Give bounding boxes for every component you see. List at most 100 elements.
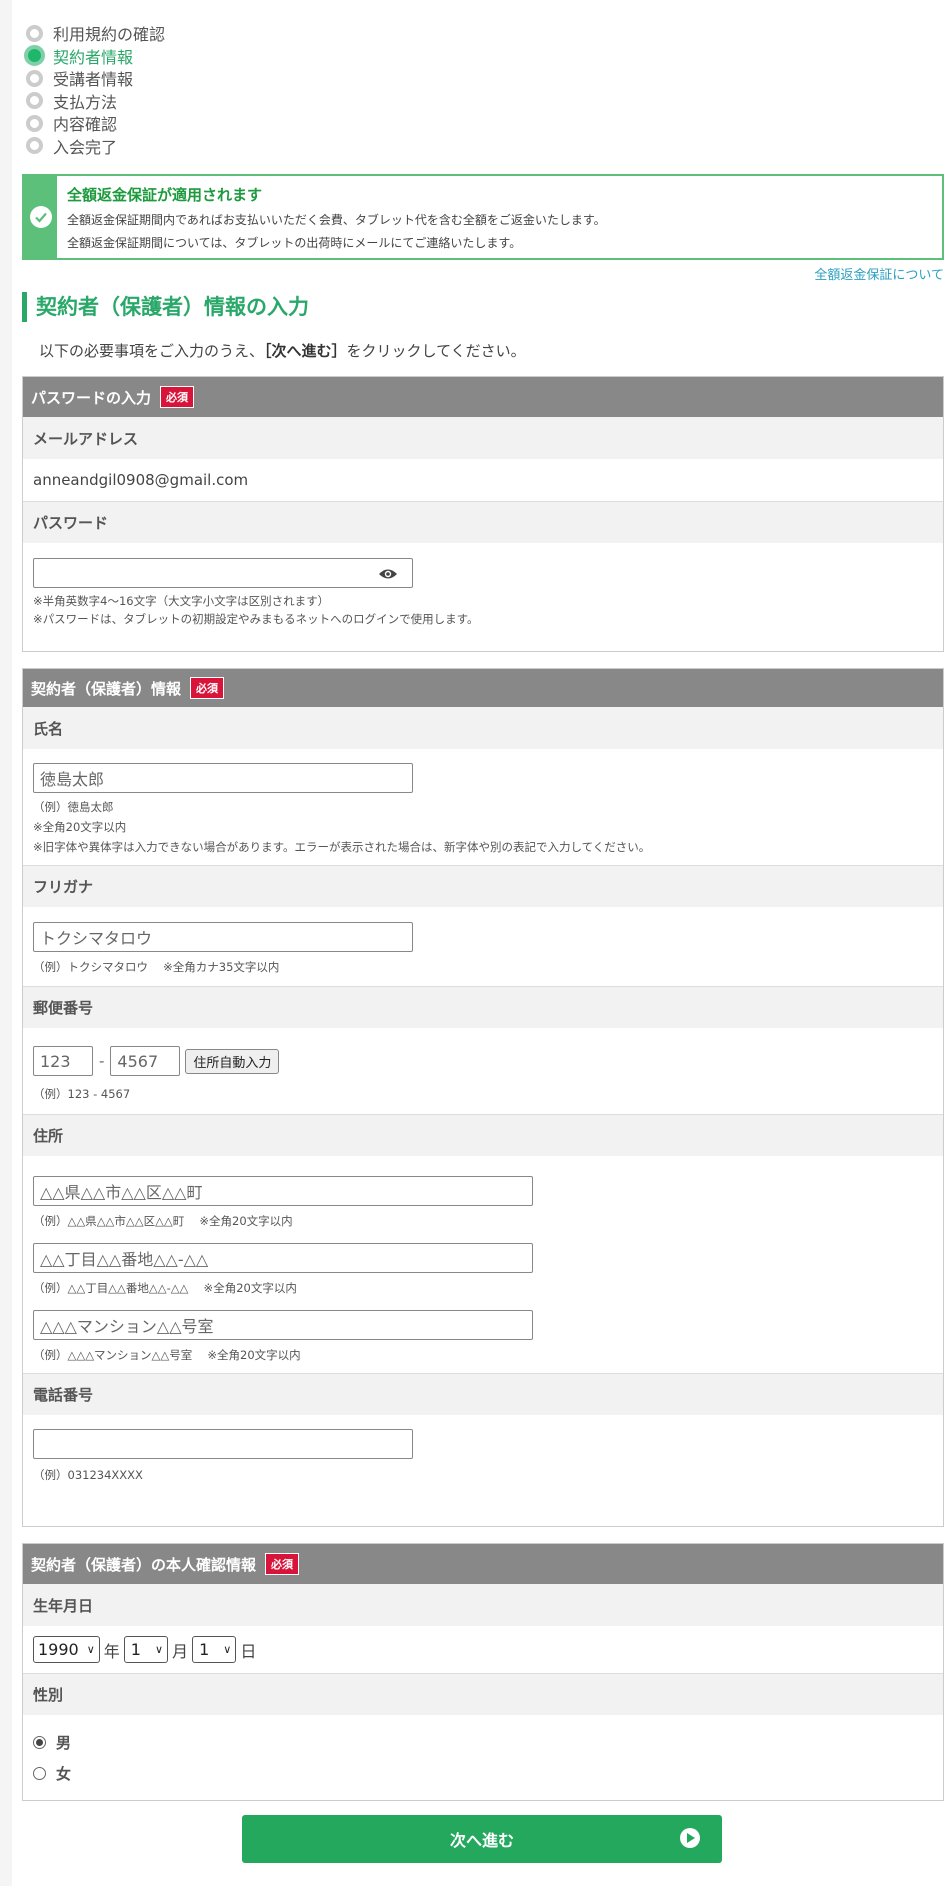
- password-note-1: ※半角英数字4～16文字（大文字小文字は区別されます）: [33, 594, 330, 608]
- name-note-1: （例）徳島太郎: [33, 800, 114, 814]
- check-icon: [29, 206, 52, 228]
- zip-dash: -: [99, 1052, 105, 1070]
- gender-female-label: 女: [56, 1765, 72, 1783]
- section-header: 契約者（保護者）の本人確認情報 必須: [23, 1544, 943, 1584]
- chevron-down-icon: ∨: [86, 1643, 95, 1656]
- address-autofill-button[interactable]: 住所自動入力: [185, 1048, 280, 1074]
- address-line-3-note: （例）△△△マンション△△号室 ※全角20文字以内: [33, 1348, 301, 1362]
- step-terms: 利用規約の確認: [26, 22, 165, 45]
- gender-female-option[interactable]: 女: [33, 1758, 933, 1789]
- birthdate-label: 生年月日: [23, 1584, 943, 1626]
- guarantee-line-1: 全額返金保証期間内であればお支払いいただく会費、タブレット代を含む全額をご返金い…: [67, 213, 606, 227]
- email-value: anneandgil0908@gmail.com: [33, 471, 249, 489]
- address-label: 住所: [23, 1114, 943, 1156]
- name-body: 徳島太郎 （例）徳島太郎 ※全角20文字以内 ※旧字体や異体字は入力できない場合…: [23, 749, 943, 865]
- contractor-section: 契約者（保護者）情報 必須 氏名 徳島太郎 （例）徳島太郎 ※全角20文字以内 ※…: [22, 668, 944, 1527]
- section-header: パスワードの入力 必須: [23, 377, 943, 417]
- section-title: パスワードの入力: [31, 388, 152, 407]
- step-contractor: 契約者情報: [24, 45, 165, 68]
- zip-note: （例）123 - 4567: [33, 1087, 131, 1101]
- required-badge: 必須: [265, 1553, 300, 1575]
- intro-after: をクリックしてください。: [346, 342, 526, 360]
- zip-first-input[interactable]: 123: [33, 1046, 93, 1076]
- step-dot-icon: [26, 24, 43, 42]
- step-student: 受講者情報: [26, 67, 165, 90]
- gender-male-option[interactable]: 男: [33, 1727, 933, 1758]
- gender-label: 性別: [23, 1673, 943, 1715]
- password-body: ※半角英数字4～16文字（大文字小文字は区別されます） ※パスワードは、タブレッ…: [23, 543, 943, 639]
- password-input[interactable]: [33, 558, 413, 588]
- guarantee-line-2: 全額返金保証期間については、タブレットの出荷時にメールにてご連絡いたします。: [67, 236, 522, 250]
- kana-body: トクシマタロウ （例）トクシマタロウ ※全角カナ35文字以内: [23, 907, 943, 986]
- step-label: 利用規約の確認: [53, 25, 166, 45]
- radio-female[interactable]: [33, 1767, 46, 1780]
- zip-body: 123 - 4567 住所自動入力 （例）123 - 4567: [23, 1028, 943, 1114]
- radio-male[interactable]: [33, 1736, 46, 1749]
- birth-month-value: 1: [130, 1640, 141, 1659]
- step-label: 内容確認: [53, 115, 118, 135]
- password-label: パスワード: [23, 501, 943, 543]
- phone-body: （例）031234XXXX: [23, 1415, 943, 1497]
- step-payment: 支払方法: [26, 90, 165, 113]
- step-complete: 入会完了: [26, 135, 165, 158]
- phone-note: （例）031234XXXX: [33, 1468, 143, 1482]
- step-confirm: 内容確認: [26, 112, 165, 135]
- step-indicator: 利用規約の確認 契約者情報 受講者情報 支払方法 内容確認 入会完了: [24, 22, 165, 158]
- guarantee-notice: 全額返金保証が適用されます 全額返金保証期間内であればお支払いいただく会費、タブ…: [22, 174, 944, 260]
- month-unit: 月: [172, 1641, 189, 1661]
- name-note-3: ※旧字体や異体字は入力できない場合があります。エラーが表示された場合は、新字体や…: [33, 840, 651, 854]
- address-line-1-input[interactable]: △△県△△市△△区△△町: [33, 1176, 533, 1206]
- year-unit: 年: [103, 1641, 120, 1661]
- step-dot-icon: [26, 69, 43, 87]
- kana-input[interactable]: トクシマタロウ: [33, 922, 413, 952]
- address-line-3-input[interactable]: △△△マンション△△号室: [33, 1310, 533, 1340]
- address-line-2-input[interactable]: △△丁目△△番地△△-△△: [33, 1243, 533, 1273]
- step-label: 受講者情報: [53, 70, 134, 90]
- gender-male-label: 男: [56, 1734, 72, 1752]
- phone-label: 電話番号: [23, 1373, 943, 1415]
- guarantee-body: 全額返金保証が適用されます 全額返金保証期間内であればお支払いいただく会費、タブ…: [57, 176, 616, 258]
- birth-month-select[interactable]: 1 ∨: [123, 1636, 169, 1663]
- phone-input[interactable]: [33, 1429, 413, 1459]
- name-note-2: ※全角20文字以内: [33, 820, 127, 834]
- page: 利用規約の確認 契約者情報 受講者情報 支払方法 内容確認 入会完了 全額返金保…: [12, 0, 944, 1886]
- password-note-2: ※パスワードは、タブレットの初期設定やみまもるネットへのログインで使用します。: [33, 612, 479, 626]
- birthdate-body: 1990 ∨ 年 1 ∨ 月 1 ∨ 日: [23, 1626, 943, 1673]
- section-header: 契約者（保護者）情報 必須: [23, 669, 943, 707]
- name-input[interactable]: 徳島太郎: [33, 763, 413, 793]
- next-button-label: 次へ進む: [449, 1831, 514, 1850]
- eye-icon[interactable]: [378, 567, 398, 581]
- guarantee-link[interactable]: 全額返金保証について: [814, 264, 944, 283]
- section-title: 契約者（保護者）情報: [31, 679, 182, 698]
- zip-label: 郵便番号: [23, 986, 943, 1028]
- address-line-1-note: （例）△△県△△市△△区△△町 ※全角20文字以内: [33, 1214, 293, 1228]
- intro-before: 以下の必要事項をご入力のうえ、: [39, 342, 265, 360]
- required-badge: 必須: [160, 386, 195, 408]
- zip-row: 123 - 4567 住所自動入力: [33, 1046, 933, 1076]
- gender-body: 男 女: [23, 1715, 943, 1801]
- step-label: 入会完了: [53, 137, 118, 157]
- birth-year-select[interactable]: 1990 ∨: [33, 1636, 100, 1663]
- intro-bold: ［次へ進む］: [264, 342, 347, 360]
- play-icon: [680, 1828, 700, 1848]
- password-section: パスワードの入力 必須 メールアドレス anneandgil0908@gmail.…: [22, 376, 944, 652]
- chevron-down-icon: ∨: [154, 1643, 164, 1656]
- address-line-2-note: （例）△△丁目△△番地△△-△△ ※全角20文字以内: [33, 1281, 297, 1295]
- step-dot-icon: [26, 114, 43, 132]
- next-button[interactable]: 次へ進む: [242, 1815, 722, 1863]
- day-unit: 日: [240, 1641, 257, 1661]
- guarantee-sidebar: [24, 176, 57, 258]
- address-body: △△県△△市△△区△△町 （例）△△県△△市△△区△△町 ※全角20文字以内 △…: [23, 1156, 943, 1365]
- birth-day-select[interactable]: 1 ∨: [192, 1636, 237, 1663]
- name-label: 氏名: [23, 707, 943, 749]
- birthdate-row: 1990 ∨ 年 1 ∨ 月 1 ∨ 日: [33, 1636, 933, 1663]
- zip-second-input[interactable]: 4567: [110, 1046, 181, 1076]
- birth-day-value: 1: [199, 1640, 210, 1659]
- section-title: 契約者（保護者）の本人確認情報: [31, 1555, 257, 1574]
- required-badge: 必須: [190, 677, 225, 699]
- intro-text: 以下の必要事項をご入力のうえ、［次へ進む］をクリックしてください。: [39, 340, 526, 361]
- chevron-down-icon: ∨: [223, 1643, 232, 1656]
- step-dot-icon: [24, 45, 45, 67]
- step-dot-icon: [26, 137, 43, 155]
- identity-section: 契約者（保護者）の本人確認情報 必須 生年月日 1990 ∨ 年 1 ∨ 月 1 ∨ 日…: [22, 1543, 944, 1801]
